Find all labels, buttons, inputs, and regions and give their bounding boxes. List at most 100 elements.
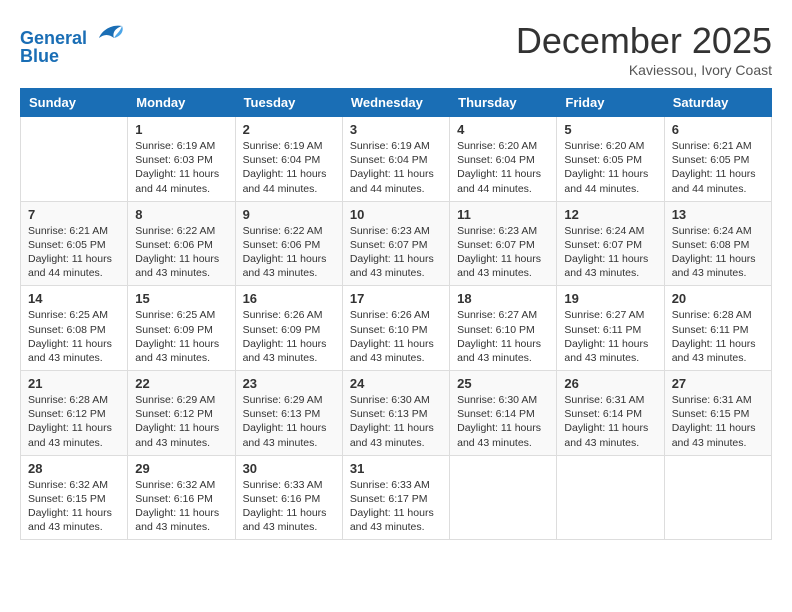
calendar-cell: 22Sunrise: 6:29 AMSunset: 6:12 PMDayligh… [128, 371, 235, 456]
day-number: 25 [457, 376, 549, 391]
calendar-week-row: 7 Sunrise: 6:21 AMSunset: 6:05 PMDaylight… [21, 201, 772, 286]
calendar-cell: 17Sunrise: 6:26 AMSunset: 6:10 PMDayligh… [342, 286, 449, 371]
day-number: 14 [28, 291, 120, 306]
day-info: Sunrise: 6:21 AMSunset: 6:05 PMDaylight:… [672, 139, 764, 196]
day-number: 16 [243, 291, 335, 306]
day-number: 7 [28, 207, 120, 222]
calendar-header-thursday: Thursday [450, 89, 557, 117]
day-number: 4 [457, 122, 549, 137]
day-number: 20 [672, 291, 764, 306]
day-number: 21 [28, 376, 120, 391]
day-number: 3 [350, 122, 442, 137]
day-info: Sunrise: 6:22 AMSunset: 6:06 PMDaylight:… [243, 224, 335, 281]
day-info: Sunrise: 6:29 AMSunset: 6:13 PMDaylight:… [243, 393, 335, 450]
day-number: 2 [243, 122, 335, 137]
calendar-cell: 28Sunrise: 6:32 AMSunset: 6:15 PMDayligh… [21, 455, 128, 540]
calendar-cell: 29 Sunrise: 6:32 AMSunset: 6:16 PMDayligh… [128, 455, 235, 540]
calendar-header-tuesday: Tuesday [235, 89, 342, 117]
day-info: Sunrise: 6:28 AMSunset: 6:12 PMDaylight:… [28, 393, 120, 450]
calendar-cell: 14 Sunrise: 6:25 AMSunset: 6:08 PMDayligh… [21, 286, 128, 371]
day-info: Sunrise: 6:27 AMSunset: 6:11 PMDaylight:… [564, 308, 656, 365]
calendar-cell: 15 Sunrise: 6:25 AMSunset: 6:09 PMDayligh… [128, 286, 235, 371]
day-info: Sunrise: 6:28 AMSunset: 6:11 PMDaylight:… [672, 308, 764, 365]
calendar-cell: 6 Sunrise: 6:21 AMSunset: 6:05 PMDaylight… [664, 117, 771, 202]
calendar-cell: 19Sunrise: 6:27 AMSunset: 6:11 PMDayligh… [557, 286, 664, 371]
day-number: 17 [350, 291, 442, 306]
day-info: Sunrise: 6:26 AMSunset: 6:09 PMDaylight:… [243, 308, 335, 365]
day-number: 1 [135, 122, 227, 137]
day-number: 8 [135, 207, 227, 222]
day-info: Sunrise: 6:22 AMSunset: 6:06 PMDaylight:… [135, 224, 227, 281]
day-info: Sunrise: 6:25 AMSunset: 6:08 PMDaylight:… [28, 308, 120, 365]
calendar-header-saturday: Saturday [664, 89, 771, 117]
calendar-week-row: 21 Sunrise: 6:28 AMSunset: 6:12 PMDayligh… [21, 371, 772, 456]
calendar-cell: 23 Sunrise: 6:29 AMSunset: 6:13 PMDayligh… [235, 371, 342, 456]
day-number: 15 [135, 291, 227, 306]
day-info: Sunrise: 6:27 AMSunset: 6:10 PMDaylight:… [457, 308, 549, 365]
calendar-cell [557, 455, 664, 540]
day-info: Sunrise: 6:25 AMSunset: 6:09 PMDaylight:… [135, 308, 227, 365]
day-info: Sunrise: 6:23 AMSunset: 6:07 PMDaylight:… [350, 224, 442, 281]
day-info: Sunrise: 6:19 AMSunset: 6:04 PMDaylight:… [350, 139, 442, 196]
day-number: 18 [457, 291, 549, 306]
calendar-header-wednesday: Wednesday [342, 89, 449, 117]
day-info: Sunrise: 6:30 AMSunset: 6:14 PMDaylight:… [457, 393, 549, 450]
day-number: 28 [28, 461, 120, 476]
day-number: 5 [564, 122, 656, 137]
calendar-cell: 16 Sunrise: 6:26 AMSunset: 6:09 PMDayligh… [235, 286, 342, 371]
title-block: December 2025 Kaviessou, Ivory Coast [516, 20, 772, 78]
calendar-cell [450, 455, 557, 540]
calendar-cell: 24Sunrise: 6:30 AMSunset: 6:13 PMDayligh… [342, 371, 449, 456]
calendar-cell [664, 455, 771, 540]
calendar-cell: 31 Sunrise: 6:33 AMSunset: 6:17 PMDayligh… [342, 455, 449, 540]
calendar-week-row: 1 Sunrise: 6:19 AMSunset: 6:03 PMDaylight… [21, 117, 772, 202]
logo-bird-icon [94, 20, 124, 44]
calendar-cell: 21 Sunrise: 6:28 AMSunset: 6:12 PMDayligh… [21, 371, 128, 456]
day-info: Sunrise: 6:21 AMSunset: 6:05 PMDaylight:… [28, 224, 120, 281]
calendar-cell: 30Sunrise: 6:33 AMSunset: 6:16 PMDayligh… [235, 455, 342, 540]
day-info: Sunrise: 6:19 AMSunset: 6:03 PMDaylight:… [135, 139, 227, 196]
day-info: Sunrise: 6:20 AMSunset: 6:04 PMDaylight:… [457, 139, 549, 196]
calendar-cell: 9 Sunrise: 6:22 AMSunset: 6:06 PMDaylight… [235, 201, 342, 286]
day-number: 26 [564, 376, 656, 391]
day-info: Sunrise: 6:33 AMSunset: 6:17 PMDaylight:… [350, 478, 442, 535]
calendar-cell: 5 Sunrise: 6:20 AMSunset: 6:05 PMDaylight… [557, 117, 664, 202]
day-number: 11 [457, 207, 549, 222]
calendar-header-sunday: Sunday [21, 89, 128, 117]
calendar-week-row: 28Sunrise: 6:32 AMSunset: 6:15 PMDayligh… [21, 455, 772, 540]
day-number: 9 [243, 207, 335, 222]
calendar-cell: 3 Sunrise: 6:19 AMSunset: 6:04 PMDaylight… [342, 117, 449, 202]
calendar-cell: 7 Sunrise: 6:21 AMSunset: 6:05 PMDaylight… [21, 201, 128, 286]
calendar-header-friday: Friday [557, 89, 664, 117]
day-number: 27 [672, 376, 764, 391]
day-info: Sunrise: 6:20 AMSunset: 6:05 PMDaylight:… [564, 139, 656, 196]
logo: General Blue [20, 20, 124, 67]
day-number: 23 [243, 376, 335, 391]
calendar-cell: 12Sunrise: 6:24 AMSunset: 6:07 PMDayligh… [557, 201, 664, 286]
calendar-cell: 1 Sunrise: 6:19 AMSunset: 6:03 PMDaylight… [128, 117, 235, 202]
day-number: 22 [135, 376, 227, 391]
calendar-cell: 25 Sunrise: 6:30 AMSunset: 6:14 PMDayligh… [450, 371, 557, 456]
calendar-header-monday: Monday [128, 89, 235, 117]
calendar-cell: 26 Sunrise: 6:31 AMSunset: 6:14 PMDayligh… [557, 371, 664, 456]
calendar-cell: 18 Sunrise: 6:27 AMSunset: 6:10 PMDayligh… [450, 286, 557, 371]
day-info: Sunrise: 6:31 AMSunset: 6:15 PMDaylight:… [672, 393, 764, 450]
day-number: 6 [672, 122, 764, 137]
day-number: 31 [350, 461, 442, 476]
day-number: 24 [350, 376, 442, 391]
calendar-week-row: 14 Sunrise: 6:25 AMSunset: 6:08 PMDayligh… [21, 286, 772, 371]
day-info: Sunrise: 6:19 AMSunset: 6:04 PMDaylight:… [243, 139, 335, 196]
day-info: Sunrise: 6:31 AMSunset: 6:14 PMDaylight:… [564, 393, 656, 450]
day-number: 10 [350, 207, 442, 222]
day-number: 30 [243, 461, 335, 476]
day-info: Sunrise: 6:23 AMSunset: 6:07 PMDaylight:… [457, 224, 549, 281]
calendar-cell: 2 Sunrise: 6:19 AMSunset: 6:04 PMDaylight… [235, 117, 342, 202]
location-subtitle: Kaviessou, Ivory Coast [516, 62, 772, 78]
calendar-cell: 4 Sunrise: 6:20 AMSunset: 6:04 PMDaylight… [450, 117, 557, 202]
day-number: 29 [135, 461, 227, 476]
calendar-table: SundayMondayTuesdayWednesdayThursdayFrid… [20, 88, 772, 540]
day-info: Sunrise: 6:32 AMSunset: 6:16 PMDaylight:… [135, 478, 227, 535]
calendar-cell: 11 Sunrise: 6:23 AMSunset: 6:07 PMDayligh… [450, 201, 557, 286]
day-info: Sunrise: 6:24 AMSunset: 6:08 PMDaylight:… [672, 224, 764, 281]
month-title: December 2025 [516, 20, 772, 62]
